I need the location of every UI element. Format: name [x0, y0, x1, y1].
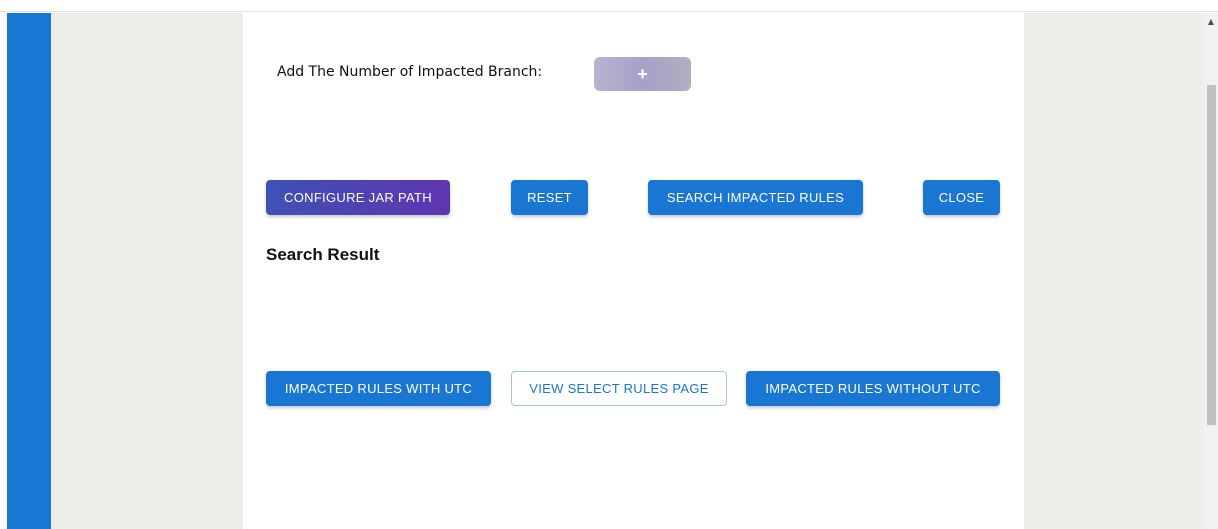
scrollbar-thumb[interactable] [1207, 85, 1216, 425]
impacted-branch-label: Add The Number of Impacted Branch: [277, 64, 543, 80]
add-branch-button[interactable]: + [594, 57, 691, 91]
search-result-title: Search Result [266, 245, 380, 264]
search-impacted-rules-button[interactable]: SEARCH IMPACTED RULES [648, 180, 863, 215]
view-select-rules-page-button[interactable]: VIEW SELECT RULES PAGE [511, 371, 727, 406]
impacted-rules-with-utc-button[interactable]: IMPACTED RULES WITH UTC [266, 371, 491, 406]
left-margin-panel [51, 13, 243, 529]
scroll-up-arrow-icon[interactable]: ▲ [1204, 13, 1218, 31]
vertical-scrollbar[interactable]: ▲ [1204, 13, 1218, 529]
right-margin-panel [1024, 13, 1204, 529]
impacted-rules-without-utc-button[interactable]: IMPACTED RULES WITHOUT UTC [746, 371, 1000, 406]
browser-top-edge [0, 0, 1218, 12]
main-content-panel: Add The Number of Impacted Branch: + CON… [243, 13, 1024, 529]
plus-icon: + [637, 63, 648, 84]
close-button[interactable]: CLOSE [923, 180, 1000, 215]
reset-button[interactable]: RESET [511, 180, 588, 215]
configure-jar-path-button[interactable]: CONFIGURE JAR PATH [266, 180, 450, 215]
left-nav-bar [7, 13, 51, 529]
